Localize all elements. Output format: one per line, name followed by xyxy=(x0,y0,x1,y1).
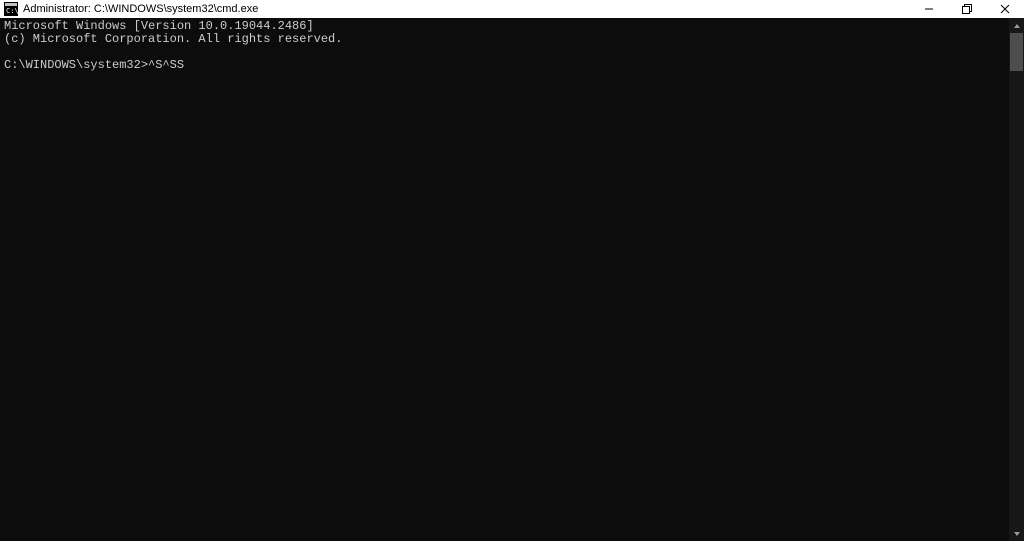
window-controls xyxy=(910,0,1024,18)
version-line: Microsoft Windows [Version 10.0.19044.24… xyxy=(4,19,314,33)
prompt-line: C:\WINDOWS\system32>^S^SS xyxy=(4,58,184,72)
cmd-icon: C:\ xyxy=(4,2,18,16)
scroll-thumb[interactable] xyxy=(1010,33,1023,71)
window-title: Administrator: C:\WINDOWS\system32\cmd.e… xyxy=(23,3,258,15)
svg-text:C:\: C:\ xyxy=(6,7,18,15)
cmd-window: C:\ Administrator: C:\WINDOWS\system32\c… xyxy=(0,0,1024,541)
close-button[interactable] xyxy=(986,0,1024,18)
terminal-area: Microsoft Windows [Version 10.0.19044.24… xyxy=(0,18,1024,541)
scroll-down-icon[interactable] xyxy=(1009,526,1024,541)
copyright-line: (c) Microsoft Corporation. All rights re… xyxy=(4,32,342,46)
titlebar[interactable]: C:\ Administrator: C:\WINDOWS\system32\c… xyxy=(0,0,1024,18)
minimize-button[interactable] xyxy=(910,0,948,18)
maximize-button[interactable] xyxy=(948,0,986,18)
scroll-up-icon[interactable] xyxy=(1009,18,1024,33)
scrollbar[interactable] xyxy=(1009,18,1024,541)
terminal-output[interactable]: Microsoft Windows [Version 10.0.19044.24… xyxy=(0,18,1009,541)
prompt: C:\WINDOWS\system32> xyxy=(4,58,148,72)
command-input[interactable]: ^S^SS xyxy=(148,58,184,72)
